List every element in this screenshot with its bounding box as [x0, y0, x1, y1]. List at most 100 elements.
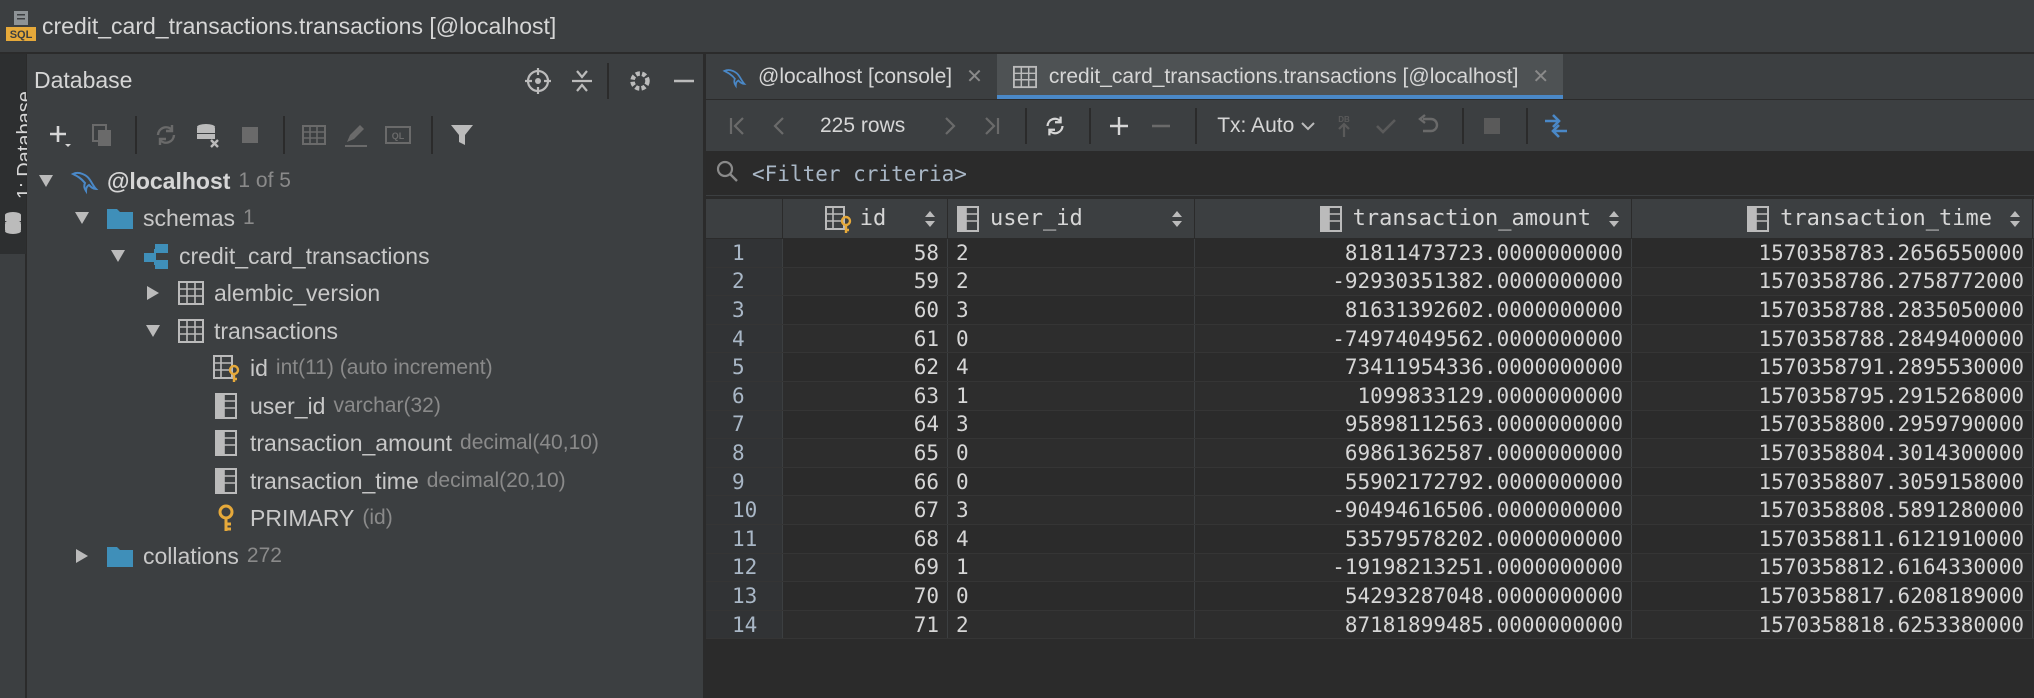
cell-user-id[interactable]: 2: [948, 239, 1195, 267]
close-icon[interactable]: ✕: [1532, 64, 1549, 89]
cell-user-id[interactable]: 4: [948, 524, 1195, 553]
table-row[interactable]: 14 71 2 87181899485.0000000000 157035881…: [706, 610, 2034, 640]
tree-node-column-user-id[interactable]: user_id varchar(32): [212, 388, 441, 424]
tree-node-column-transaction-time[interactable]: transaction_time decimal(20,10): [212, 463, 566, 499]
tree-node-transactions[interactable]: transactions: [142, 313, 338, 349]
cell-id[interactable]: 71: [783, 610, 948, 639]
cell-transaction-amount[interactable]: -74974049562.0000000000: [1195, 324, 1632, 353]
stop-icon[interactable]: [231, 116, 269, 154]
add-icon[interactable]: [41, 116, 79, 154]
cell-id[interactable]: 70: [783, 582, 948, 610]
column-header-user-id[interactable]: user_id: [948, 199, 1195, 238]
cell-user-id[interactable]: 0: [948, 582, 1195, 610]
cell-transaction-amount[interactable]: 95898112563.0000000000: [1195, 410, 1632, 439]
cell-transaction-time[interactable]: 1570358811.6121910000: [1632, 524, 2033, 553]
cell-transaction-amount[interactable]: -19198213251.0000000000: [1195, 553, 1632, 582]
crosshair-icon[interactable]: [519, 62, 557, 100]
table-row[interactable]: 7 64 3 95898112563.0000000000 1570358800…: [706, 410, 2034, 440]
filter-bar[interactable]: <Filter criteria>: [706, 152, 2034, 196]
cell-transaction-time[interactable]: 1570358791.2895530000: [1632, 353, 2033, 381]
cell-user-id[interactable]: 2: [948, 267, 1195, 296]
table-row[interactable]: 2 59 2 -92930351382.0000000000 157035878…: [706, 267, 2034, 297]
console-icon[interactable]: QL: [379, 116, 417, 154]
sort-icon[interactable]: [1607, 207, 1621, 231]
transaction-mode-dropdown[interactable]: Tx: Auto: [1217, 114, 1316, 138]
submit-db-icon[interactable]: DB: [1326, 108, 1362, 144]
cell-user-id[interactable]: 0: [948, 439, 1195, 467]
expanded-arrow-icon[interactable]: [107, 245, 129, 267]
table-row[interactable]: 11 68 4 53579578202.0000000000 157035881…: [706, 524, 2034, 554]
tree-node-primary-key[interactable]: PRIMARY (id): [212, 500, 393, 536]
add-row-icon[interactable]: [1101, 108, 1137, 144]
table-row[interactable]: 4 61 0 -74974049562.0000000000 157035878…: [706, 324, 2034, 354]
column-header-transaction-amount[interactable]: transaction_amount: [1195, 199, 1632, 238]
cell-id[interactable]: 65: [783, 439, 948, 467]
expanded-arrow-icon[interactable]: [142, 320, 164, 342]
cell-transaction-time[interactable]: 1570358817.6208189000: [1632, 582, 2033, 610]
cell-transaction-time[interactable]: 1570358804.3014300000: [1632, 439, 2033, 467]
copy-icon[interactable]: [83, 116, 121, 154]
cell-id[interactable]: 63: [783, 381, 948, 410]
collapse-all-icon[interactable]: [563, 62, 601, 100]
cell-transaction-amount[interactable]: 55902172792.0000000000: [1195, 467, 1632, 496]
previous-page-icon[interactable]: [762, 108, 798, 144]
cell-transaction-time[interactable]: 1570358800.2959790000: [1632, 410, 2033, 439]
cell-id[interactable]: 62: [783, 353, 948, 381]
table-row[interactable]: 12 69 1 -19198213251.0000000000 15703588…: [706, 553, 2034, 583]
table-row[interactable]: 1 58 2 81811473723.0000000000 1570358783…: [706, 239, 2034, 268]
table-row[interactable]: 3 60 3 81631392602.0000000000 1570358788…: [706, 296, 2034, 325]
table-row[interactable]: 13 70 0 54293287048.0000000000 157035881…: [706, 582, 2034, 611]
table-row[interactable]: 5 62 4 73411954336.0000000000 1570358791…: [706, 353, 2034, 382]
cell-id[interactable]: 58: [783, 239, 948, 267]
tree-node-column-id[interactable]: id int(11) (auto increment): [212, 350, 493, 386]
cell-id[interactable]: 59: [783, 267, 948, 296]
commit-icon[interactable]: [1368, 108, 1404, 144]
column-header-transaction-time[interactable]: transaction_time: [1632, 199, 2033, 238]
cell-user-id[interactable]: 3: [948, 296, 1195, 324]
cell-transaction-amount[interactable]: -92930351382.0000000000: [1195, 267, 1632, 296]
cell-transaction-time[interactable]: 1570358786.2758772000: [1632, 267, 2033, 296]
tree-node-schema[interactable]: credit_card_transactions: [107, 238, 430, 274]
delete-row-icon[interactable]: [1143, 108, 1179, 144]
cell-transaction-time[interactable]: 1570358795.2915268000: [1632, 381, 2033, 410]
cell-user-id[interactable]: 3: [948, 496, 1195, 524]
cell-transaction-amount[interactable]: 81631392602.0000000000: [1195, 296, 1632, 324]
cell-transaction-time[interactable]: 1570358808.5891280000: [1632, 496, 2033, 524]
cell-transaction-amount[interactable]: 81811473723.0000000000: [1195, 239, 1632, 267]
data-source-properties-icon[interactable]: [189, 116, 227, 154]
table-editor-icon[interactable]: [295, 116, 333, 154]
cell-transaction-time[interactable]: 1570358812.6164330000: [1632, 553, 2033, 582]
cell-transaction-amount[interactable]: 73411954336.0000000000: [1195, 353, 1632, 381]
cell-transaction-amount[interactable]: -90494616506.0000000000: [1195, 496, 1632, 524]
expanded-arrow-icon[interactable]: [71, 207, 93, 229]
cell-user-id[interactable]: 0: [948, 324, 1195, 353]
rollback-icon[interactable]: [1410, 108, 1446, 144]
last-page-icon[interactable]: [973, 108, 1009, 144]
filter-icon[interactable]: [443, 116, 481, 154]
cell-transaction-amount[interactable]: 1099833129.0000000000: [1195, 381, 1632, 410]
cell-id[interactable]: 67: [783, 496, 948, 524]
minimize-icon[interactable]: [665, 62, 703, 100]
cell-user-id[interactable]: 0: [948, 467, 1195, 496]
cell-id[interactable]: 60: [783, 296, 948, 324]
cell-transaction-amount[interactable]: 87181899485.0000000000: [1195, 610, 1632, 639]
database-tool-window-tab[interactable]: 1: Database: [0, 54, 36, 254]
compare-icon[interactable]: [1538, 108, 1574, 144]
refresh-icon[interactable]: [147, 116, 185, 154]
cell-transaction-time[interactable]: 1570358788.2849400000: [1632, 324, 2033, 353]
collapsed-arrow-icon[interactable]: [142, 282, 164, 304]
cell-id[interactable]: 66: [783, 467, 948, 496]
cell-transaction-time[interactable]: 1570358783.2656550000: [1632, 239, 2033, 267]
collapsed-arrow-icon[interactable]: [71, 545, 93, 567]
tab-console[interactable]: @localhost [console] ✕: [706, 54, 997, 99]
first-page-icon[interactable]: [720, 108, 756, 144]
cell-user-id[interactable]: 1: [948, 381, 1195, 410]
cell-user-id[interactable]: 1: [948, 553, 1195, 582]
table-row[interactable]: 6 63 1 1099833129.0000000000 1570358795.…: [706, 381, 2034, 411]
cell-transaction-amount[interactable]: 53579578202.0000000000: [1195, 524, 1632, 553]
sort-icon[interactable]: [2008, 207, 2022, 231]
tree-node-collations[interactable]: collations 272: [71, 538, 282, 574]
cell-id[interactable]: 61: [783, 324, 948, 353]
expanded-arrow-icon[interactable]: [35, 170, 57, 192]
table-row[interactable]: 8 65 0 69861362587.0000000000 1570358804…: [706, 439, 2034, 468]
